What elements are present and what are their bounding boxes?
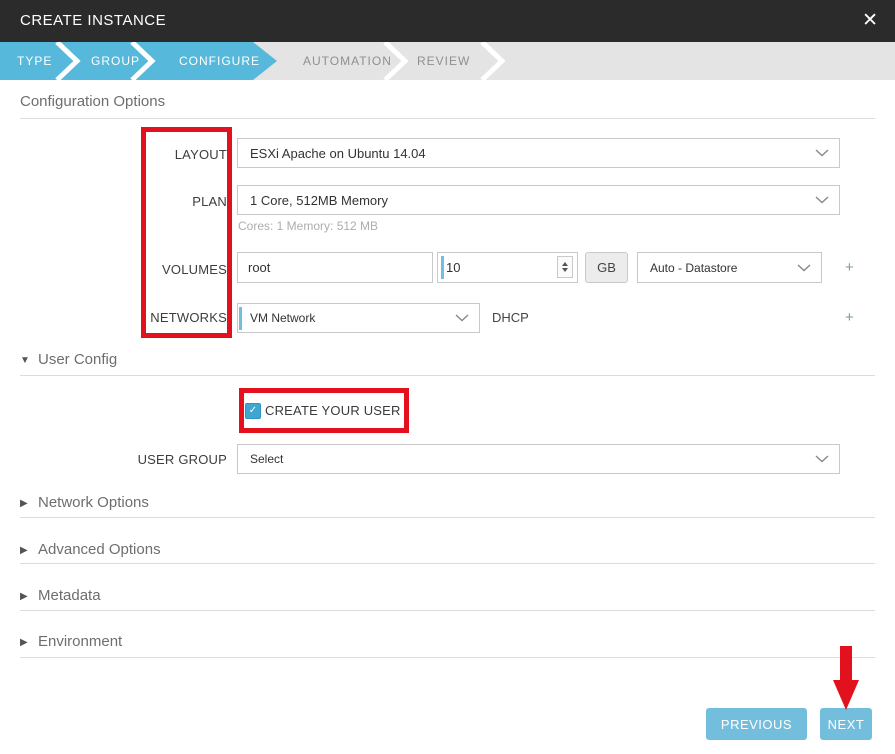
divider xyxy=(20,610,875,611)
previous-button[interactable]: PREVIOUS xyxy=(706,708,807,740)
plan-select[interactable]: 1 Core, 512MB Memory xyxy=(237,185,840,215)
chevron-down-icon xyxy=(797,264,811,272)
configuration-options-title: Configuration Options xyxy=(20,93,165,110)
annotation-arrow-next xyxy=(824,644,868,714)
volume-name-input[interactable] xyxy=(237,252,433,283)
divider xyxy=(20,563,875,564)
wizard-step-automation[interactable]: AUTOMATION xyxy=(303,42,392,80)
wizard-step-group[interactable]: GROUP xyxy=(91,42,140,80)
layout-label: LAYOUT xyxy=(0,147,227,162)
network-select[interactable]: VM Network xyxy=(237,303,480,333)
wizard-step-type[interactable]: TYPE xyxy=(17,42,52,80)
user-group-label: USER GROUP xyxy=(0,452,227,467)
datastore-select-value: Auto - Datastore xyxy=(650,261,737,275)
dialog-title: CREATE INSTANCE xyxy=(20,0,166,42)
volume-size-field xyxy=(437,252,578,283)
network-options-section-header[interactable]: Network Options xyxy=(38,494,149,511)
plan-helper-text: Cores: 1 Memory: 512 MB xyxy=(238,219,378,233)
collapse-expanded-icon[interactable]: ▼ xyxy=(20,355,30,366)
network-ip-mode: DHCP xyxy=(492,310,529,325)
add-volume-button[interactable]: + xyxy=(845,261,854,275)
text-caret xyxy=(441,256,444,279)
divider xyxy=(20,517,875,518)
layout-select-value: ESXi Apache on Ubuntu 14.04 xyxy=(250,146,426,161)
next-button[interactable]: NEXT xyxy=(820,708,872,740)
network-select-value: VM Network xyxy=(250,311,315,325)
layout-select[interactable]: ESXi Apache on Ubuntu 14.04 xyxy=(237,138,840,168)
divider xyxy=(20,118,875,119)
collapse-collapsed-icon[interactable]: ▶ xyxy=(20,545,28,556)
chevron-down-icon xyxy=(815,455,829,463)
dialog-header: CREATE INSTANCE ✕ xyxy=(0,0,895,42)
stepper-up-icon[interactable] xyxy=(562,262,568,266)
wizard-step-review[interactable]: REVIEW xyxy=(417,42,470,80)
chevron-down-icon xyxy=(455,314,469,322)
create-your-user-label: CREATE YOUR USER xyxy=(265,403,401,418)
advanced-options-section-header[interactable]: Advanced Options xyxy=(38,541,161,558)
collapse-collapsed-icon[interactable]: ▶ xyxy=(20,637,28,648)
plan-select-value: 1 Core, 512MB Memory xyxy=(250,193,388,208)
volume-size-input[interactable] xyxy=(446,253,541,282)
divider xyxy=(20,375,875,376)
add-network-button[interactable]: + xyxy=(845,311,854,325)
chevron-down-icon xyxy=(815,196,829,204)
wizard-step-configure[interactable]: CONFIGURE xyxy=(179,42,260,80)
chevron-down-icon xyxy=(815,149,829,157)
focus-indicator xyxy=(239,307,242,330)
volumes-label: VOLUMES xyxy=(0,262,227,277)
volume-size-stepper[interactable] xyxy=(557,256,573,278)
plan-label: PLAN xyxy=(0,194,227,209)
stepper-down-icon[interactable] xyxy=(562,268,568,272)
close-icon[interactable]: ✕ xyxy=(858,0,882,42)
metadata-section-header[interactable]: Metadata xyxy=(38,587,101,604)
collapse-collapsed-icon[interactable]: ▶ xyxy=(20,591,28,602)
create-instance-dialog: CREATE INSTANCE ✕ TYPE GROUP CONFIGURE A… xyxy=(0,0,895,754)
create-your-user-checkbox[interactable]: ✓ xyxy=(245,403,261,419)
wizard-stepbar: TYPE GROUP CONFIGURE AUTOMATION REVIEW xyxy=(0,42,895,80)
collapse-collapsed-icon[interactable]: ▶ xyxy=(20,498,28,509)
user-group-select[interactable]: Select xyxy=(237,444,840,474)
user-group-select-value: Select xyxy=(250,452,283,466)
networks-label: NETWORKS xyxy=(0,310,227,325)
user-config-section-header[interactable]: User Config xyxy=(38,351,117,368)
volume-unit-button[interactable]: GB xyxy=(585,252,628,283)
environment-section-header[interactable]: Environment xyxy=(38,633,122,650)
divider xyxy=(20,657,875,658)
datastore-select[interactable]: Auto - Datastore xyxy=(637,252,822,283)
